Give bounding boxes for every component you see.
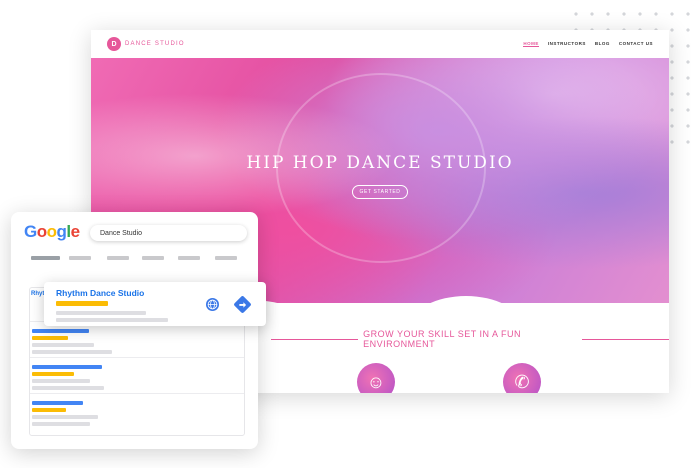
logo-text: DANCE STUDIO — [125, 41, 185, 47]
result-url-placeholder — [32, 336, 68, 340]
tagline-text: GROW YOUR SKILL SET IN A FUN ENVIRONMENT — [363, 329, 522, 349]
tagline-rule-right — [581, 338, 669, 340]
result-snippet-placeholder — [32, 343, 94, 347]
nav-home[interactable]: HOME — [523, 41, 539, 47]
get-started-button[interactable]: GET STARTED — [352, 185, 408, 199]
result-snippet-placeholder — [56, 311, 146, 315]
search-tab[interactable] — [142, 256, 164, 260]
globe-icon[interactable] — [206, 298, 219, 311]
logo-letter: e — [70, 222, 80, 241]
search-tab[interactable] — [107, 256, 129, 260]
logo-letter: G — [24, 222, 37, 241]
result-snippet-placeholder — [32, 415, 98, 419]
result-snippet-placeholder — [32, 350, 112, 354]
logo-mark: D — [107, 37, 121, 51]
result-title-placeholder[interactable] — [32, 401, 83, 405]
highlighted-result-card[interactable]: Rhythm Dance Studio — [44, 282, 266, 326]
search-tab-all[interactable] — [31, 256, 60, 260]
site-navbar: D DANCE STUDIO HOME INSTRUCTORS BLOG CON… — [91, 30, 669, 58]
result-url-placeholder — [32, 408, 66, 412]
logo-letter: o — [46, 222, 57, 241]
site-logo[interactable]: D DANCE STUDIO — [107, 37, 185, 51]
nav-contact-us[interactable]: CONTACT US — [619, 41, 653, 47]
result-title[interactable]: Rhythm Dance Studio — [56, 288, 144, 298]
person-icon: ☺ — [357, 363, 395, 393]
nav-blog[interactable]: BLOG — [595, 41, 610, 47]
tagline-rule-left — [271, 338, 359, 340]
result-url-placeholder — [32, 372, 74, 376]
tagline: GROW YOUR SKILL SET IN A FUN ENVIRONMENT — [271, 329, 669, 349]
google-search-card: Google Dance Studio Rhyth — [11, 212, 258, 449]
result-url-placeholder — [56, 301, 108, 306]
google-logo: Google — [24, 222, 80, 242]
hero-title: HIP HOP DANCE STUDIO — [246, 153, 514, 173]
directions-icon[interactable] — [233, 295, 252, 314]
result-snippet-placeholder — [32, 386, 104, 390]
list-item[interactable] — [30, 324, 244, 358]
result-snippet-placeholder — [32, 422, 90, 426]
list-item[interactable] — [30, 396, 244, 430]
logo-letter: o — [36, 222, 47, 241]
logo-letter: g — [56, 222, 67, 241]
result-snippet-placeholder — [32, 379, 90, 383]
list-item[interactable] — [30, 360, 244, 394]
search-input[interactable]: Dance Studio — [90, 225, 247, 241]
search-tab[interactable] — [178, 256, 200, 260]
phone-icon: ✆ — [503, 363, 541, 393]
result-snippet-placeholder — [56, 318, 168, 322]
result-title-placeholder[interactable] — [32, 329, 89, 333]
search-tab[interactable] — [69, 256, 91, 260]
result-title-placeholder[interactable] — [32, 365, 102, 369]
nav-links: HOME INSTRUCTORS BLOG CONTACT US — [523, 41, 653, 47]
nav-instructors[interactable]: INSTRUCTORS — [548, 41, 586, 47]
search-tab[interactable] — [215, 256, 237, 260]
